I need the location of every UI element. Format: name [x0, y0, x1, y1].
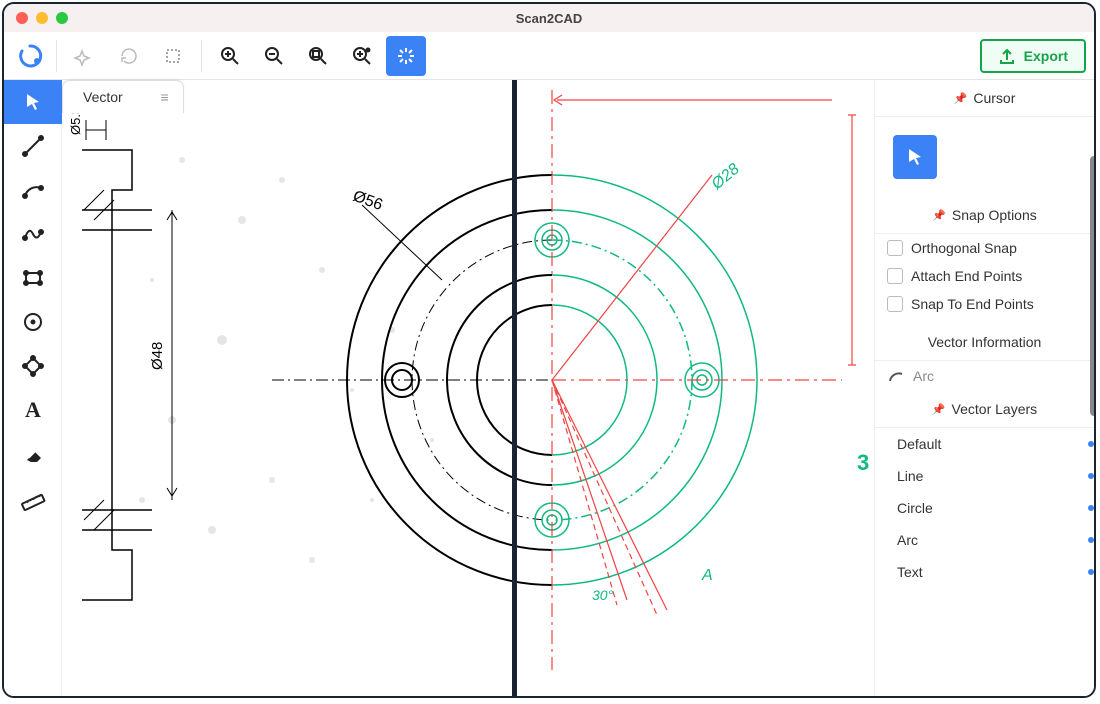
layer-default[interactable]: Default	[875, 428, 1094, 460]
close-icon[interactable]	[16, 12, 28, 24]
cursor-panel-header: 📌 Cursor	[875, 80, 1094, 117]
layer-text[interactable]: Text	[875, 556, 1094, 588]
drawing-canvas[interactable]: Ø5.3 Ø48	[62, 80, 874, 696]
snap-to-endpoints-checkbox[interactable]: Snap To End Points	[875, 290, 1094, 318]
snap-orthogonal-checkbox[interactable]: Orthogonal Snap	[875, 234, 1094, 262]
dim-28-label: Ø28	[708, 161, 743, 194]
title-bar: Scan2CAD	[4, 4, 1094, 32]
vector-info-arc: Arc	[875, 361, 1094, 391]
crop-button[interactable]	[153, 36, 193, 76]
vector-info-header: Vector Information	[875, 324, 1094, 361]
line-tool-button[interactable]	[4, 124, 62, 168]
bezier-tool-button[interactable]	[4, 212, 62, 256]
snap-panel-header: 📌 Snap Options	[875, 197, 1094, 234]
pin-icon[interactable]: 📌	[954, 92, 968, 105]
tab-label: Vector	[83, 89, 123, 105]
pin-icon[interactable]: 📌	[932, 403, 946, 416]
zoom-fit-button[interactable]	[298, 36, 338, 76]
label-3: 3	[857, 450, 869, 475]
app-logo-icon[interactable]	[12, 38, 48, 74]
eraser-tool-button[interactable]	[4, 432, 62, 476]
tab-vector[interactable]: Vector ≡	[62, 80, 184, 113]
layer-arc[interactable]: Arc	[875, 524, 1094, 556]
left-tool-palette: A	[4, 80, 62, 696]
sparkle-tool-button[interactable]	[65, 36, 105, 76]
layer-line[interactable]: Line	[875, 460, 1094, 492]
refresh-button[interactable]	[109, 36, 149, 76]
rectangle-tool-button[interactable]	[4, 256, 62, 300]
export-button[interactable]: Export	[980, 39, 1086, 73]
arc-tool-button[interactable]	[4, 168, 62, 212]
pin-icon[interactable]: 📌	[932, 209, 946, 222]
minimize-icon[interactable]	[36, 12, 48, 24]
right-panel: 📌 Cursor 📌 Snap Options Orthogonal Snap …	[874, 80, 1094, 696]
measure-tool-button[interactable]	[4, 476, 62, 520]
top-toolbar: Export	[4, 32, 1094, 80]
zoom-region-button[interactable]	[342, 36, 382, 76]
export-label: Export	[1024, 48, 1068, 64]
tab-menu-icon[interactable]: ≡	[161, 89, 169, 105]
polygon-tool-button[interactable]	[4, 344, 62, 388]
text-tool-button[interactable]: A	[4, 388, 62, 432]
select-tool-button[interactable]	[4, 80, 62, 124]
layers-panel-header: 📌 Vector Layers	[875, 391, 1094, 428]
zoom-out-button[interactable]	[254, 36, 294, 76]
scrollbar[interactable]	[1090, 156, 1094, 416]
snap-attach-endpoints-checkbox[interactable]: Attach End Points	[875, 262, 1094, 290]
circle-tool-button[interactable]	[4, 300, 62, 344]
process-button[interactable]	[386, 36, 426, 76]
angle-30-label: 30°	[592, 587, 614, 603]
maximize-icon[interactable]	[56, 12, 68, 24]
dim-48-label: Ø48	[149, 342, 166, 370]
cursor-select-button[interactable]	[893, 135, 937, 179]
label-a: A	[701, 567, 713, 584]
app-title: Scan2CAD	[516, 11, 582, 26]
zoom-in-button[interactable]	[210, 36, 250, 76]
layer-circle[interactable]: Circle	[875, 492, 1094, 524]
